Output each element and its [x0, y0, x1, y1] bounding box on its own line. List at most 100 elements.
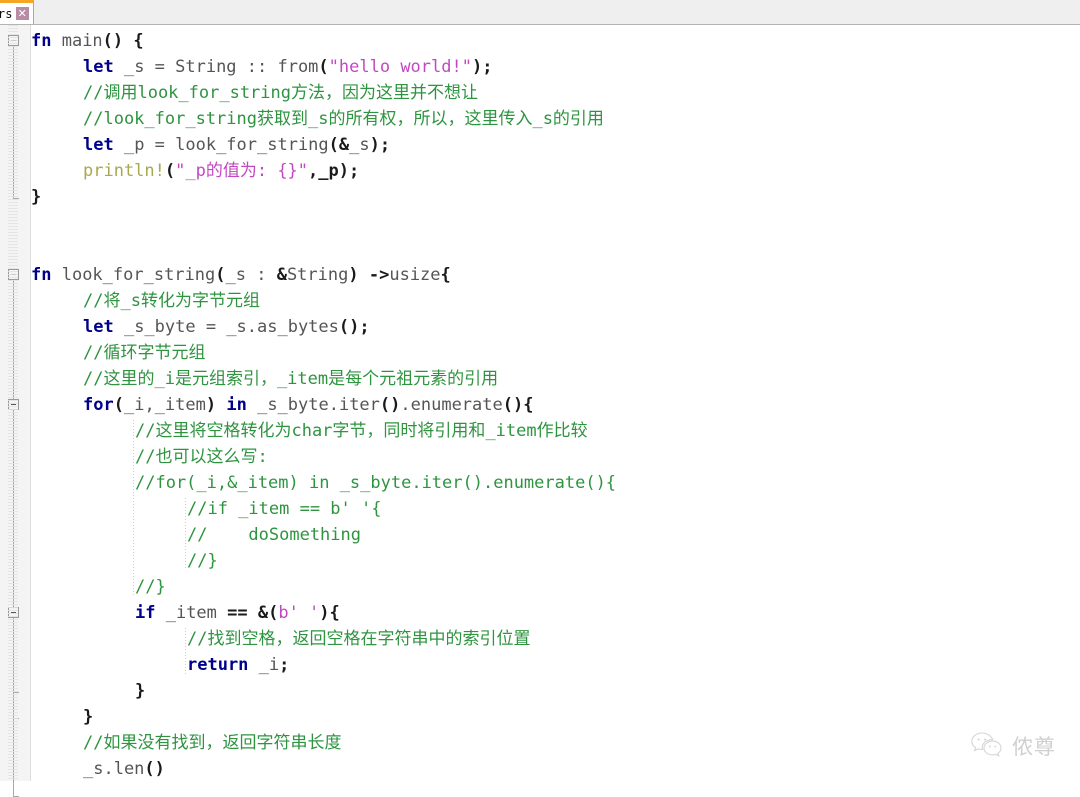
fold-range-line: [13, 410, 14, 718]
fold-range-line: [13, 618, 14, 692]
code-token-plain: _s_byte = _s.as_bytes: [113, 317, 339, 337]
code-token-kw: in: [226, 395, 247, 415]
code-token-punct: (: [113, 395, 124, 415]
code-line[interactable]: //这里将空格转化为char字节，同时将引用和_item作比较: [135, 418, 588, 444]
code-token-comment: //for(_i,&_item) in _s_byte.iter().enume…: [135, 473, 617, 493]
code-line[interactable]: //将_s转化为字节元组: [83, 288, 260, 314]
code-token-punct: ();: [338, 317, 370, 337]
code-token-comment: //如果没有找到，返回字符串长度: [83, 733, 342, 753]
fold-toggle-icon[interactable]: [8, 399, 19, 410]
code-line[interactable]: let _p = look_for_string(&_s);: [83, 132, 390, 158]
code-line[interactable]: //if _item == b' '{: [187, 496, 381, 522]
code-line[interactable]: fn main() {: [31, 28, 144, 54]
code-token-kw: let: [83, 135, 114, 155]
code-token-str: b' ': [278, 603, 320, 623]
code-token-comment: //look_for_string获取到_s的所有权，所以，这里传入_s的引用: [83, 109, 604, 129]
code-token-punct: );: [369, 135, 391, 155]
code-line[interactable]: for(_i,_item) in _s_byte.iter().enumerat…: [83, 392, 533, 418]
code-token-comment: // doSomething: [187, 525, 361, 545]
code-line[interactable]: //look_for_string获取到_s的所有权，所以，这里传入_s的引用: [83, 106, 604, 132]
code-token-kw: fn: [31, 265, 52, 285]
code-line[interactable]: //}: [135, 574, 166, 600]
code-token-macro: println!: [83, 161, 165, 181]
tab-bar: n.rs ✕: [0, 0, 1080, 25]
code-line[interactable]: //如果没有找到，返回字符串长度: [83, 730, 341, 756]
code-line[interactable]: //也可以这么写:: [135, 444, 268, 470]
code-line[interactable]: fn look_for_string(_s : &String) ->usize…: [31, 262, 451, 288]
code-token-punct: (: [318, 57, 329, 77]
code-token-kw: let: [83, 317, 114, 337]
code-line[interactable]: //循环字节元组: [83, 340, 205, 366]
editor-area[interactable]: fn main() {let _s = String :: from("hell…: [0, 25, 1080, 797]
code-token-punct: ->: [368, 265, 390, 285]
tab-label: n.rs: [0, 6, 13, 21]
code-line[interactable]: }: [135, 678, 145, 704]
code-token-comment: //if _item == b' '{: [187, 499, 382, 519]
code-line[interactable]: _s.len(): [83, 756, 165, 781]
code-token-punct: ,_p);: [308, 161, 360, 181]
code-token-comment: //循环字节元组: [83, 343, 206, 363]
code-token-punct: ;: [279, 655, 290, 675]
code-token-plain: _s = String :: from: [113, 57, 319, 77]
code-line[interactable]: let _s = String :: from("hello world!");: [83, 54, 492, 80]
code-token-comment: //这里的_i是元组索引，_item是每个元祖元素的引用: [83, 369, 499, 389]
code-line[interactable]: //找到空格，返回空格在字符串中的索引位置: [187, 626, 530, 652]
code-token-punct: (){: [502, 395, 534, 415]
code-token-kw: return: [187, 655, 249, 675]
fold-toggle-icon[interactable]: [8, 35, 19, 46]
editor-tab-main-rs[interactable]: n.rs ✕: [0, 0, 34, 24]
code-line[interactable]: // doSomething: [187, 522, 361, 548]
code-token-plain: usize: [389, 265, 441, 285]
code-surface[interactable]: fn main() {let _s = String :: from("hell…: [31, 25, 1080, 781]
code-token-comment: //找到空格，返回空格在字符串中的索引位置: [187, 629, 531, 649]
fold-gutter[interactable]: [0, 25, 31, 797]
code-line[interactable]: }: [83, 704, 93, 730]
code-token-kw: let: [83, 57, 114, 77]
fold-range-end: [13, 692, 19, 693]
code-token-plain: _s: [349, 135, 370, 155]
indent-guide: [185, 498, 186, 570]
code-token-kw: for: [83, 395, 114, 415]
code-token-punct: (: [164, 161, 176, 181]
code-token-kw: if: [135, 603, 156, 623]
code-token-str: "_p的值为: {}": [175, 161, 309, 181]
code-line[interactable]: if _item == &(b' '){: [135, 600, 340, 626]
fold-range-end: [13, 718, 19, 719]
code-token-punct: );: [471, 57, 493, 77]
code-token-punct: ): [348, 265, 359, 285]
code-token-comment: //调用look_for_string方法，因为这里并不想让: [83, 83, 478, 103]
code-token-str: "hello world!": [328, 57, 472, 77]
code-token-plain: _s_byte.iter: [246, 395, 380, 415]
code-line[interactable]: //for(_i,&_item) in _s_byte.iter().enume…: [135, 470, 616, 496]
code-token-comment: //}: [187, 551, 218, 571]
code-line[interactable]: let _s_byte = _s.as_bytes();: [83, 314, 370, 340]
code-token-punct: (): [379, 395, 401, 415]
code-token-punct: (): [102, 31, 124, 51]
fold-range-line: [13, 46, 14, 198]
code-token-plain: _item: [155, 603, 228, 623]
close-icon[interactable]: ✕: [15, 7, 29, 20]
indent-guide: [185, 628, 186, 674]
code-token-punct: ){: [319, 603, 340, 623]
fold-toggle-icon[interactable]: [8, 269, 19, 280]
code-line[interactable]: //调用look_for_string方法，因为这里并不想让: [83, 80, 478, 106]
code-token-plain: _i: [248, 655, 280, 675]
fold-toggle-icon[interactable]: [8, 607, 19, 618]
code-line[interactable]: //}: [187, 548, 218, 574]
code-line[interactable]: //这里的_i是元组索引，_item是每个元祖元素的引用: [83, 366, 498, 392]
code-token-comment: //将_s转化为字节元组: [83, 291, 260, 311]
code-token-brace: {: [133, 31, 144, 51]
code-line[interactable]: return _i;: [187, 652, 289, 678]
code-token-plain: look_for_string: [51, 265, 216, 285]
code-token-plain: String: [286, 265, 349, 285]
code-token-plain: _i,_item: [123, 395, 206, 415]
code-token-brace: }: [83, 707, 94, 727]
code-token-punct: == &(: [227, 603, 279, 623]
code-line[interactable]: }: [31, 184, 41, 210]
code-token-plain: _s.len: [83, 759, 145, 779]
fold-range-end: [13, 198, 19, 199]
code-token-plain: _s :: [225, 265, 277, 285]
code-token-plain: _p = look_for_string: [113, 135, 329, 155]
code-line[interactable]: println!("_p的值为: {}",_p);: [83, 158, 359, 184]
code-token-brace: }: [135, 681, 146, 701]
